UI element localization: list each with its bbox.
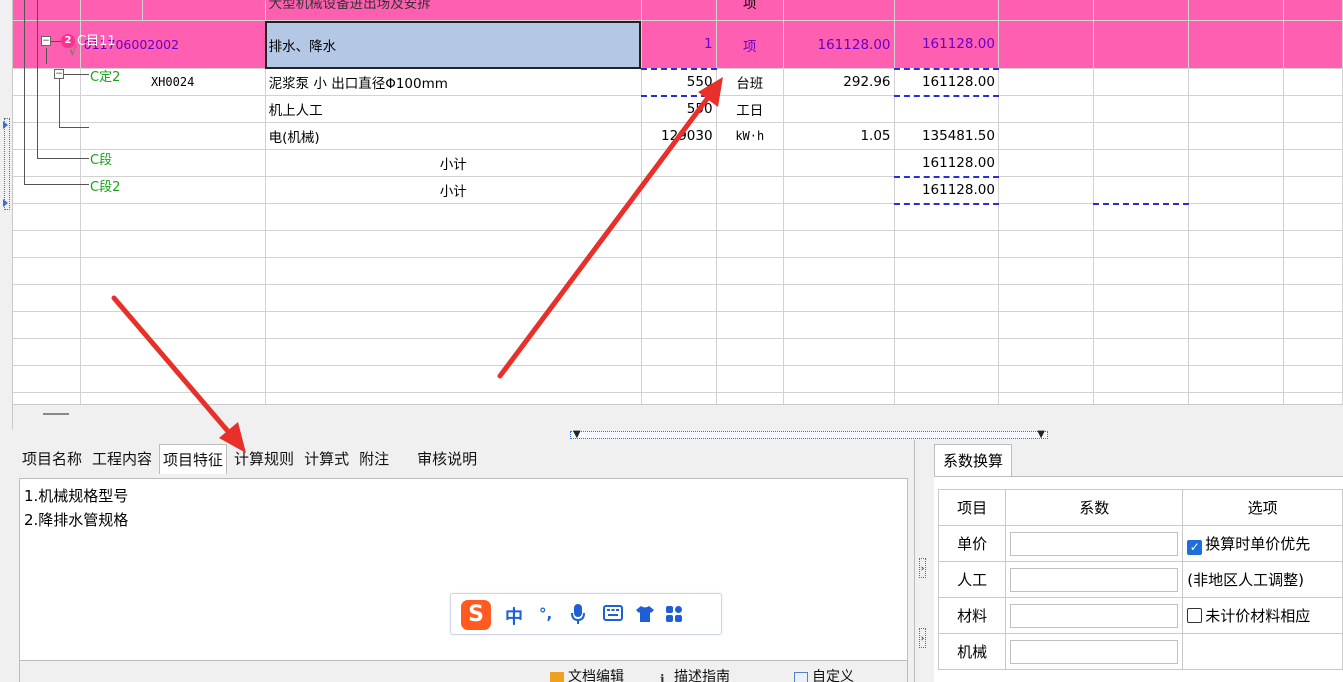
coef-row-label: 人工 xyxy=(937,561,1007,598)
bill-grid: 大型机械设备进出场及安拆 项 011706002002 排水、降水 1 项 16… xyxy=(0,0,1343,420)
sogou-logo-icon[interactable]: S xyxy=(461,600,491,630)
labor-option-text: (非地区人工调整) xyxy=(1182,561,1343,598)
table-row[interactable]: XH0024 泥浆泵 小 出口直径Φ100mm 550 台班 292.96 16… xyxy=(13,68,1343,97)
folder-icon xyxy=(550,671,564,682)
tab-notes[interactable]: 附注 xyxy=(356,444,392,474)
custom-button[interactable]: 自定义 xyxy=(794,666,854,682)
feature-line: 2.降排水管规格 xyxy=(24,511,129,529)
coef-row-label: 材料 xyxy=(937,597,1007,634)
detail-tabs: 项目名称 工程内容 项目特征 计算规则 计算式 附注 审核说明 xyxy=(19,444,484,474)
vertical-splitter[interactable]: › › xyxy=(914,440,930,682)
unit-price-cell[interactable]: 292.96 xyxy=(783,68,895,96)
collapse-toggle[interactable]: − xyxy=(54,69,64,79)
table-row[interactable]: 电(机械) 129030 kW·h 1.05 135481.50 xyxy=(13,122,1343,150)
tab-formula[interactable]: 计算式 xyxy=(301,444,352,474)
doc-edit-button[interactable]: 文档编辑 xyxy=(550,666,624,682)
toolbox-grid-icon[interactable] xyxy=(665,605,683,628)
table-row[interactable]: 小计 161128.00 xyxy=(13,149,1343,178)
total-cell[interactable]: 161128.00 xyxy=(894,20,999,70)
table-row[interactable]: 大型机械设备进出场及安拆 项 xyxy=(13,0,1343,21)
splitter-handle[interactable]: ▼ ▼ xyxy=(570,429,1048,440)
tab-item-features[interactable]: 项目特征 xyxy=(159,444,228,474)
unit-price-cell[interactable]: 161128.00 xyxy=(783,20,895,69)
chevron-right-icon[interactable]: › xyxy=(919,558,926,578)
total-cell[interactable]: 161128.00 xyxy=(894,68,999,97)
unpriced-material-checkbox[interactable]: 未计价材料相应 xyxy=(1182,597,1343,634)
tree-code[interactable]: C段 xyxy=(90,149,112,168)
quantity-cell[interactable]: 129030 xyxy=(641,122,717,150)
coefficient-table: 项目 系数 选项 单价 ✓ 换算时单价优先 人工 (非地区人工调整) 材料 未计… xyxy=(937,489,1343,670)
machine-coef-input[interactable] xyxy=(1010,639,1179,664)
header-coef: 系数 xyxy=(1005,489,1184,526)
material-coef-input[interactable] xyxy=(1010,603,1179,628)
check-icon: √ xyxy=(69,44,77,58)
microphone-icon[interactable] xyxy=(571,603,585,630)
coefficient-area: 项目 系数 选项 单价 ✓ 换算时单价优先 人工 (非地区人工调整) 材料 未计… xyxy=(934,476,1343,682)
item-name-cell[interactable]: 泥浆泵 小 出口直径Φ100mm xyxy=(265,68,642,96)
left-collapse-rail[interactable] xyxy=(0,0,13,430)
chevron-down-icon: ▼ xyxy=(573,429,581,440)
total-cell[interactable]: 161128.00 xyxy=(894,149,999,178)
subtotal-label: 小计 xyxy=(265,176,642,204)
feature-toolbar: 文档编辑 ℹ 描述指南 自定义 xyxy=(19,661,908,682)
table-row[interactable]: 011706002002 排水、降水 1 项 161128.00 161128.… xyxy=(13,20,1343,70)
coef-row-label: 机械 xyxy=(937,633,1007,670)
tree-code[interactable]: C目11 xyxy=(77,30,116,49)
bill-table: 大型机械设备进出场及安拆 项 011706002002 排水、降水 1 项 16… xyxy=(13,0,1343,420)
unit-price-priority-checkbox[interactable]: ✓ 换算时单价优先 xyxy=(1182,525,1343,562)
machine-option-text xyxy=(1182,633,1343,670)
item-name-cell[interactable]: 电(机械) xyxy=(265,122,642,150)
ime-toolbar[interactable]: S 中 °, xyxy=(450,593,722,635)
tab-calc-rules[interactable]: 计算规则 xyxy=(231,444,297,474)
unit-price-coef-input[interactable] xyxy=(1010,531,1179,556)
unit-price-cell[interactable]: 1.05 xyxy=(783,122,895,150)
feature-line: 1.机械规格型号 xyxy=(24,487,129,505)
tree-view: − 2 √ C目11 − C定2 C段 C段2 xyxy=(13,0,155,200)
header-item: 项目 xyxy=(937,489,1007,526)
chevron-down-icon: ▼ xyxy=(1037,429,1045,440)
subtotal-label: 小计 xyxy=(265,149,642,177)
unit-cell[interactable]: kW·h xyxy=(716,122,784,150)
tree-code[interactable]: C段2 xyxy=(90,176,120,195)
tab-review-notes[interactable]: 审核说明 xyxy=(414,444,480,474)
document-icon xyxy=(794,671,808,682)
quantity-cell[interactable]: 550 xyxy=(641,68,717,97)
chevron-right-icon[interactable]: › xyxy=(919,628,926,648)
row-name: 大型机械设备进出场及安拆 xyxy=(265,0,642,21)
quantity-cell[interactable]: 1 xyxy=(641,20,717,70)
tab-work-content[interactable]: 工程内容 xyxy=(89,444,155,474)
features-textarea[interactable]: 1.机械规格型号 2.降排水管规格 S 中 °, xyxy=(19,478,908,661)
header-option: 选项 xyxy=(1182,489,1343,526)
labor-coef-input[interactable] xyxy=(1010,567,1179,592)
ime-punct-toggle[interactable]: °, xyxy=(539,605,552,623)
checkbox-icon xyxy=(1187,608,1203,623)
unit-cell[interactable]: 台班 xyxy=(716,68,784,96)
total-cell[interactable]: 161128.00 xyxy=(894,176,999,205)
minimize-icon[interactable] xyxy=(43,413,69,415)
unit-cell[interactable]: 工日 xyxy=(716,95,784,123)
item-name-cell[interactable]: 排水、降水 xyxy=(265,20,642,69)
checkbox-checked-icon: ✓ xyxy=(1187,539,1203,555)
tree-code[interactable]: C定2 xyxy=(90,66,120,85)
table-row[interactable]: 机上人工 550 工日 xyxy=(13,95,1343,123)
detail-panel: 项目名称 工程内容 项目特征 计算规则 计算式 附注 审核说明 1.机械规格型号… xyxy=(13,440,914,682)
table-row[interactable]: 小计 161128.00 xyxy=(13,176,1343,205)
horizontal-splitter[interactable]: ▼ ▼ xyxy=(13,404,1343,440)
tab-item-name[interactable]: 项目名称 xyxy=(19,444,85,474)
coef-row-label: 单价 xyxy=(937,525,1007,562)
ime-lang-toggle[interactable]: 中 xyxy=(505,603,523,629)
total-cell[interactable]: 135481.50 xyxy=(894,122,999,150)
item-name-cell[interactable]: 机上人工 xyxy=(265,95,642,123)
description-guide-button[interactable]: ℹ 描述指南 xyxy=(660,666,730,682)
keyboard-icon[interactable] xyxy=(603,605,623,626)
info-icon: ℹ xyxy=(660,671,665,682)
quantity-cell[interactable]: 550 xyxy=(641,95,717,123)
rail-handle[interactable] xyxy=(3,118,10,210)
app-window: 大型机械设备进出场及安拆 项 011706002002 排水、降水 1 项 16… xyxy=(0,0,1343,682)
unit-cell[interactable]: 项 xyxy=(716,20,784,69)
skin-shirt-icon[interactable] xyxy=(635,605,655,628)
tab-coefficient-conversion[interactable]: 系数换算 xyxy=(934,444,1013,476)
coefficient-panel: 系数换算 项目 系数 选项 单价 ✓换算时单价优先 人工 (非地区人工调整) xyxy=(930,440,1343,682)
collapse-toggle[interactable]: − xyxy=(41,36,51,46)
